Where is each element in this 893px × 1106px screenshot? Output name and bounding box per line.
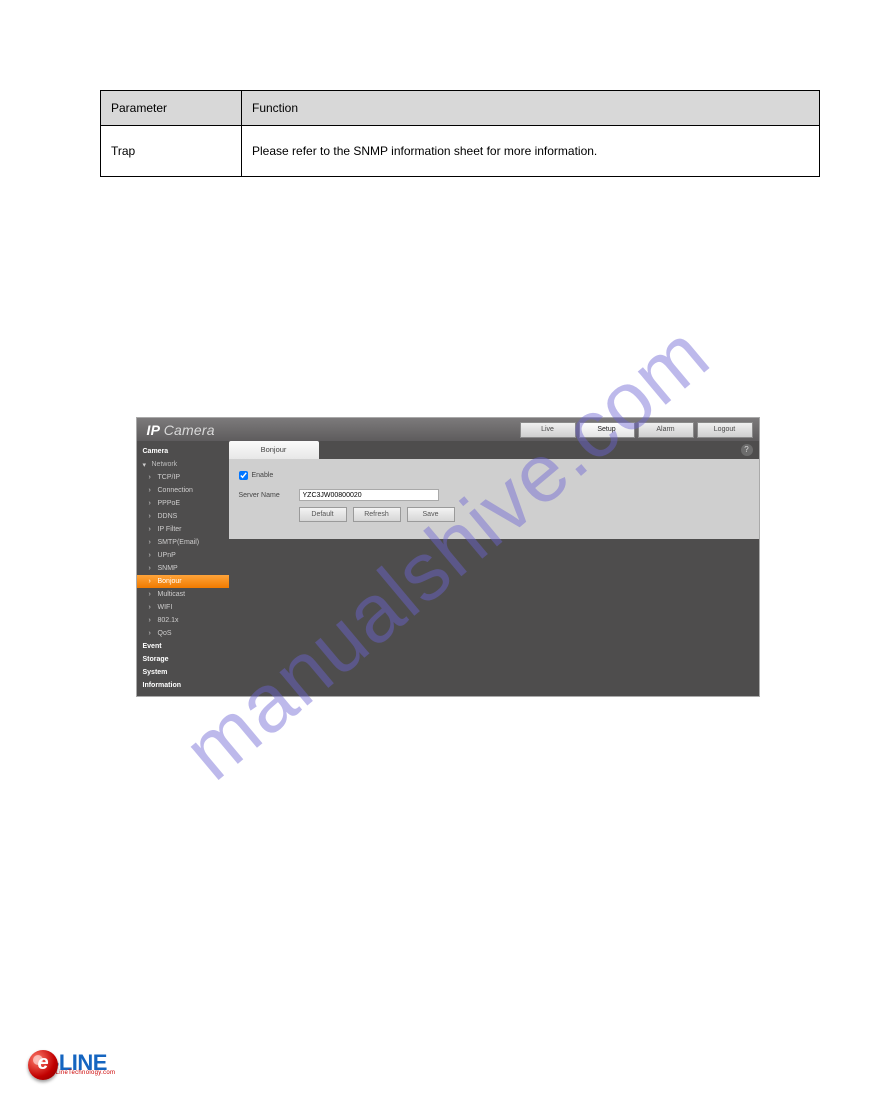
sidebar-item-bonjour[interactable]: ›Bonjour bbox=[137, 575, 229, 588]
td-param: Trap bbox=[101, 126, 242, 177]
chevron-right-icon: › bbox=[149, 552, 155, 559]
content-area: ? Bonjour Enable Server Name bbox=[229, 441, 759, 696]
sidebar-camera[interactable]: Camera bbox=[137, 445, 229, 458]
logo-subtext: eLineTechnology.com bbox=[52, 1070, 115, 1076]
chevron-right-icon: › bbox=[149, 630, 155, 637]
nav-setup[interactable]: Setup bbox=[579, 422, 635, 438]
sidebar-item-label: UPnP bbox=[158, 552, 176, 559]
sidebar-network-label: Network bbox=[152, 461, 178, 468]
th-parameter: Parameter bbox=[101, 91, 242, 126]
sidebar-network[interactable]: ▾ Network bbox=[137, 458, 229, 471]
sidebar-item-multicast[interactable]: ›Multicast bbox=[137, 588, 229, 601]
default-button[interactable]: Default bbox=[299, 507, 347, 522]
chevron-right-icon: › bbox=[149, 617, 155, 624]
sidebar: Camera ▾ Network ›TCP/IP ›Connection ›PP… bbox=[137, 441, 229, 696]
logo-ball-icon: e bbox=[28, 1050, 58, 1080]
sidebar-item-ddns[interactable]: ›DDNS bbox=[137, 510, 229, 523]
parameter-table: Parameter Function Trap Please refer to … bbox=[100, 90, 820, 177]
help-icon[interactable]: ? bbox=[741, 444, 753, 456]
refresh-button[interactable]: Refresh bbox=[353, 507, 401, 522]
tab-bonjour[interactable]: Bonjour bbox=[229, 441, 319, 459]
enable-label: Enable bbox=[252, 472, 274, 479]
server-name-label: Server Name bbox=[239, 492, 299, 499]
bonjour-panel: Enable Server Name Default Refresh Save bbox=[229, 459, 759, 539]
sidebar-item-pppoe[interactable]: ›PPPoE bbox=[137, 497, 229, 510]
sidebar-item-connection[interactable]: ›Connection bbox=[137, 484, 229, 497]
chevron-right-icon: › bbox=[149, 500, 155, 507]
enable-row: Enable bbox=[239, 467, 749, 483]
sidebar-item-label: Bonjour bbox=[158, 578, 182, 585]
sidebar-item-label: Multicast bbox=[158, 591, 186, 598]
chevron-right-icon: › bbox=[149, 487, 155, 494]
chevron-right-icon: › bbox=[149, 539, 155, 546]
top-nav: Live Setup Alarm Logout bbox=[520, 422, 753, 438]
sidebar-item-label: Connection bbox=[158, 487, 193, 494]
server-name-row: Server Name bbox=[239, 487, 749, 503]
sidebar-storage[interactable]: Storage bbox=[137, 653, 229, 666]
brand: IP Camera bbox=[147, 422, 215, 438]
sidebar-item-upnp[interactable]: ›UPnP bbox=[137, 549, 229, 562]
sidebar-item-ipfilter[interactable]: ›IP Filter bbox=[137, 523, 229, 536]
chevron-down-icon: ▾ bbox=[143, 461, 149, 469]
footer-logo: e -LINE eLineTechnology.com bbox=[28, 1050, 115, 1080]
brand-camera: Camera bbox=[164, 422, 215, 438]
chevron-right-icon: › bbox=[149, 526, 155, 533]
ipcamera-ui: IP Camera Live Setup Alarm Logout Camera… bbox=[136, 417, 760, 697]
topbar: IP Camera Live Setup Alarm Logout bbox=[137, 418, 759, 441]
sidebar-item-label: SNMP bbox=[158, 565, 178, 572]
sidebar-item-smtp[interactable]: ›SMTP(Email) bbox=[137, 536, 229, 549]
nav-live[interactable]: Live bbox=[520, 422, 576, 438]
chevron-right-icon: › bbox=[149, 591, 155, 598]
save-button[interactable]: Save bbox=[407, 507, 455, 522]
nav-logout[interactable]: Logout bbox=[697, 422, 753, 438]
brand-ip: IP bbox=[147, 422, 160, 438]
sidebar-item-label: SMTP(Email) bbox=[158, 539, 200, 546]
chevron-right-icon: › bbox=[149, 513, 155, 520]
chevron-right-icon: › bbox=[149, 474, 155, 481]
enable-checkbox[interactable] bbox=[239, 471, 248, 480]
sidebar-item-label: IP Filter bbox=[158, 526, 182, 533]
chevron-right-icon: › bbox=[149, 604, 155, 611]
sidebar-item-qos[interactable]: ›QoS bbox=[137, 627, 229, 640]
server-name-input[interactable] bbox=[299, 489, 439, 501]
sidebar-event[interactable]: Event bbox=[137, 640, 229, 653]
tab-strip: Bonjour bbox=[229, 441, 759, 459]
sidebar-system[interactable]: System bbox=[137, 666, 229, 679]
sidebar-information[interactable]: Information bbox=[137, 679, 229, 692]
chevron-right-icon: › bbox=[149, 578, 155, 585]
th-function: Function bbox=[242, 91, 820, 126]
sidebar-item-label: DDNS bbox=[158, 513, 178, 520]
sidebar-item-label: QoS bbox=[158, 630, 172, 637]
nav-alarm[interactable]: Alarm bbox=[638, 422, 694, 438]
sidebar-item-label: PPPoE bbox=[158, 500, 181, 507]
chevron-right-icon: › bbox=[149, 565, 155, 572]
sidebar-item-label: 802.1x bbox=[158, 617, 179, 624]
sidebar-item-tcpip[interactable]: ›TCP/IP bbox=[137, 471, 229, 484]
button-row: Default Refresh Save bbox=[299, 507, 749, 522]
sidebar-item-wifi[interactable]: ›WIFI bbox=[137, 601, 229, 614]
sidebar-item-snmp[interactable]: ›SNMP bbox=[137, 562, 229, 575]
sidebar-item-label: WIFI bbox=[158, 604, 173, 611]
sidebar-item-label: TCP/IP bbox=[158, 474, 181, 481]
td-func: Please refer to the SNMP information she… bbox=[242, 126, 820, 177]
sidebar-item-8021x[interactable]: ›802.1x bbox=[137, 614, 229, 627]
